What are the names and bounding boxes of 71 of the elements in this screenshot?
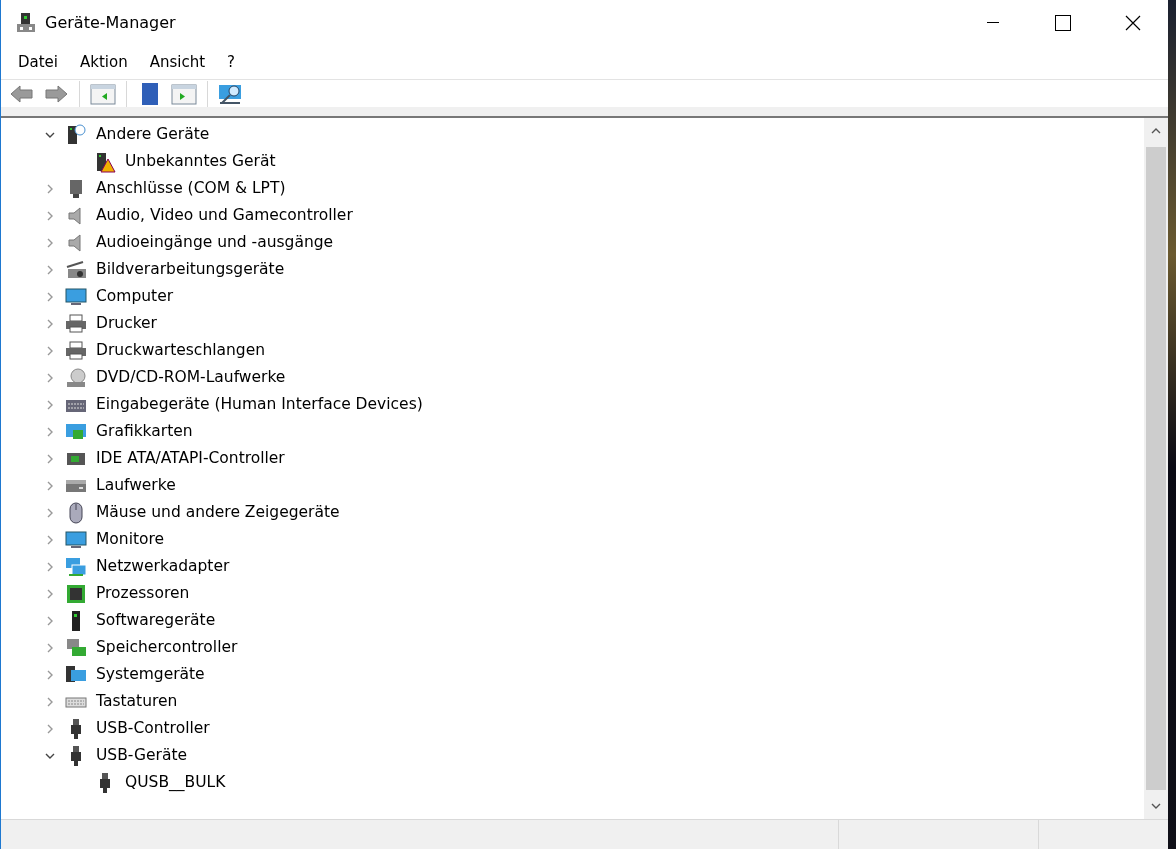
expand-chevron-icon[interactable] [45, 399, 55, 410]
close-icon [1125, 15, 1141, 31]
tree-item[interactable]: Bildverarbeitungsgeräte [93, 257, 288, 282]
expand-chevron-icon[interactable] [45, 210, 55, 221]
tree-item[interactable]: Audioeingänge und -ausgänge [93, 230, 337, 255]
tree-item[interactable]: Grafikkarten [93, 419, 196, 444]
tree-item[interactable]: Speichercontroller [93, 635, 241, 660]
tree-item[interactable]: QUSB__BULK [122, 770, 229, 795]
tree-item[interactable]: USB-Controller [93, 716, 213, 741]
expand-chevron-icon[interactable] [45, 345, 55, 356]
menu-item[interactable]: Aktion [69, 49, 139, 76]
disc-drive-icon [65, 366, 87, 389]
panel-left-icon [90, 81, 116, 106]
menu-item[interactable]: ? [216, 49, 247, 76]
menu-item[interactable]: Ansicht [138, 49, 217, 76]
expand-chevron-icon[interactable] [45, 561, 55, 572]
network-icon [65, 555, 87, 578]
expand-chevron-icon[interactable] [45, 669, 55, 680]
camera-icon [65, 258, 87, 281]
monitor-icon [65, 528, 87, 551]
expand-chevron-icon[interactable] [45, 588, 55, 599]
expand-chevron-icon[interactable] [45, 453, 55, 464]
scroll-down-icon[interactable] [1151, 803, 1161, 809]
scroll-up-icon[interactable] [1151, 128, 1161, 134]
expand-chevron-icon[interactable] [45, 615, 55, 626]
tree-item[interactable]: Andere Geräte [93, 122, 213, 147]
expand-chevron-icon[interactable] [45, 183, 55, 194]
maximize-icon [1055, 15, 1071, 31]
tree-item[interactable]: Systemgeräte [93, 662, 208, 687]
tree-item[interactable]: Prozessoren [93, 581, 193, 606]
expand-chevron-icon[interactable] [45, 426, 55, 437]
warning-device-icon [94, 150, 116, 173]
tree-item[interactable]: Monitore [93, 527, 168, 552]
tree-item[interactable]: Netzwerkadapter [93, 554, 233, 579]
tree-item[interactable]: Drucker [93, 311, 160, 336]
tree-item[interactable]: Eingabegeräte (Human Interface Devices) [93, 392, 426, 417]
expand-chevron-icon[interactable] [45, 264, 55, 275]
minimize-icon [987, 22, 999, 24]
tree-item[interactable]: Druckwarteschlangen [93, 338, 269, 363]
tree-item[interactable]: IDE ATA/ATAPI-Controller [93, 446, 288, 471]
expand-chevron-icon[interactable] [45, 534, 55, 545]
menu-item[interactable]: Datei [7, 49, 70, 76]
tree-item[interactable]: Computer [93, 284, 177, 309]
tree-item[interactable]: Anschlüsse (COM & LPT) [93, 176, 289, 201]
expand-chevron-icon[interactable] [45, 723, 55, 734]
tree-item[interactable]: DVD/CD-ROM-Laufwerke [93, 365, 289, 390]
expand-chevron-icon[interactable] [45, 480, 55, 491]
tree-item[interactable]: Laufwerke [93, 473, 179, 498]
panel-right-icon [171, 81, 197, 106]
chip-icon [65, 582, 87, 605]
expand-chevron-icon[interactable] [45, 507, 55, 518]
tree-item[interactable]: Softwaregeräte [93, 608, 219, 633]
printer-icon [65, 312, 87, 335]
monitor-icon [65, 285, 87, 308]
scrollbar[interactable] [1144, 118, 1168, 819]
expand-chevron-icon[interactable] [45, 372, 55, 383]
expand-chevron-icon[interactable] [45, 696, 55, 707]
storage-controller-icon [65, 636, 87, 659]
tree-item[interactable]: USB-Geräte [93, 743, 190, 768]
expand-chevron-icon[interactable] [45, 291, 55, 302]
expand-chevron-icon[interactable] [45, 318, 55, 329]
tree-item[interactable]: Unbekanntes Gerät [122, 149, 279, 174]
tree-item[interactable]: Mäuse und andere Zeigegeräte [93, 500, 343, 525]
window-title: Geräte-Manager [45, 12, 176, 34]
tree-item[interactable]: Audio, Video und Gamecontroller [93, 203, 356, 228]
unknown-device-icon [65, 123, 87, 146]
printer-icon [65, 339, 87, 362]
expand-chevron-icon[interactable] [45, 642, 55, 653]
device-icon [17, 13, 35, 33]
expand-chevron-icon[interactable] [45, 237, 55, 248]
tree-item[interactable]: Tastaturen [93, 689, 181, 714]
